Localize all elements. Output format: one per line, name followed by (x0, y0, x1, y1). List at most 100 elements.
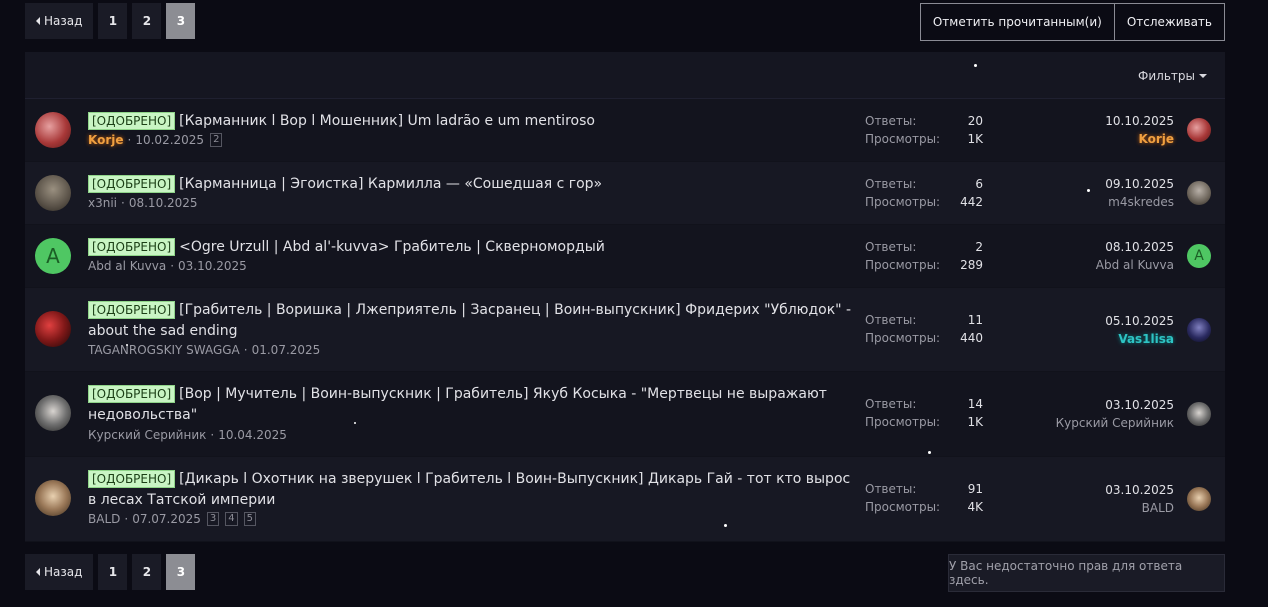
last-post: 08.10.2025 Abd al Kuvva (1096, 238, 1174, 274)
approved-badge: [ОДОБРЕНО] (88, 301, 176, 319)
replies-count: 11 (967, 313, 983, 327)
views-count: 442 (960, 195, 983, 209)
thread-meta: x3nii · 08.10.2025 (88, 196, 198, 210)
thread-list: Фильтры [ОДОБРЕНО] [Карманник l Вор l Мош… (25, 52, 1225, 542)
last-post-user[interactable]: Vas1lisa (1105, 330, 1174, 348)
views-count: 4K (967, 500, 983, 514)
thread-row: [ОДОБРЕНО] [Карманница | Эгоистка] Кармил… (25, 162, 1225, 224)
replies-count: 6 (975, 177, 983, 191)
pagination-top: Назад 1 2 3 (25, 3, 196, 39)
thread-author[interactable]: Курский Серийник (88, 428, 206, 442)
prev-page-button[interactable]: Назад (25, 554, 94, 590)
chevron-down-icon (1199, 74, 1207, 78)
last-post-date[interactable]: 05.10.2025 (1105, 312, 1174, 330)
prev-page-button[interactable]: Назад (25, 3, 94, 39)
last-post-avatar[interactable] (1187, 181, 1211, 205)
filters-dropdown[interactable]: Фильтры (1138, 69, 1207, 83)
last-post-user[interactable]: Курский Серийник (1056, 414, 1174, 432)
approved-badge: [ОДОБРЕНО] (88, 385, 176, 403)
thread-author[interactable]: Korje (88, 133, 124, 147)
last-post-user[interactable]: BALD (1105, 499, 1174, 517)
thread-title: [ОДОБРЕНО] <Ogre Urzull | Abd al'-kuvva> … (88, 237, 853, 258)
last-post-avatar[interactable] (1187, 118, 1211, 142)
thread-row: A [ОДОБРЕНО] <Ogre Urzull | Abd al'-kuvva… (25, 225, 1225, 287)
thread-title-link[interactable]: [Карманник l Вор l Мошенник] Um ladrão e… (179, 113, 595, 129)
last-post-avatar[interactable] (1187, 487, 1211, 511)
thread-date: 03.10.2025 (178, 259, 247, 273)
thread-title: [ОДОБРЕНО] [Вор | Мучитель | Воин-выпускн… (88, 384, 853, 426)
chevron-left-icon (36, 568, 40, 576)
thread-row: [ОДОБРЕНО] [Карманник l Вор l Мошенник] U… (25, 99, 1225, 161)
page-3-button[interactable]: 3 (166, 554, 196, 590)
no-permission-notice: У Вас недостаточно прав для ответа здесь… (948, 554, 1225, 592)
last-post-date[interactable]: 09.10.2025 (1105, 175, 1174, 193)
avatar[interactable]: A (35, 238, 71, 274)
thread-meta: Курский Серийник · 10.04.2025 (88, 428, 287, 442)
page-2-button[interactable]: 2 (132, 554, 162, 590)
last-post-date[interactable]: 08.10.2025 (1096, 238, 1174, 256)
thread-page-link[interactable]: 2 (210, 133, 223, 147)
thread-date: 07.07.2025 (132, 512, 201, 526)
thread-author[interactable]: x3nii (88, 196, 117, 210)
last-post-date[interactable]: 03.10.2025 (1056, 396, 1174, 414)
thread-stats: Ответы: 20 Просмотры: 1K (865, 114, 983, 146)
thread-page-link[interactable]: 3 (206, 512, 220, 526)
thread-meta: BALD · 07.07.2025 3 4 5 (88, 512, 257, 526)
last-post-avatar[interactable] (1187, 402, 1211, 426)
last-post-date[interactable]: 10.10.2025 (1105, 112, 1174, 130)
snow-dot (126, 344, 128, 346)
approved-badge: [ОДОБРЕНО] (88, 470, 176, 488)
last-post-avatar[interactable]: A (1187, 244, 1211, 268)
thread-date: 08.10.2025 (128, 196, 198, 210)
thread-actions: Отметить прочитанным(и) Отслеживать (919, 3, 1225, 41)
approved-badge: [ОДОБРЕНО] (88, 112, 176, 130)
page-1-button[interactable]: 1 (98, 3, 128, 39)
thread-page-link[interactable]: 4 (225, 512, 238, 526)
thread-title-link[interactable]: [Вор | Мучитель | Воин-выпускник | Граби… (88, 386, 827, 423)
thread-row: [ОДОБРЕНО] [Грабитель | Воришка | Лжеприя… (25, 288, 1225, 371)
avatar[interactable] (35, 311, 71, 347)
thread-title: [ОДОБРЕНО] [Карманник l Вор l Мошенник] U… (88, 111, 853, 132)
replies-count: 14 (967, 397, 983, 411)
replies-count: 20 (967, 114, 983, 128)
last-post: 03.10.2025 BALD (1105, 481, 1174, 517)
avatar[interactable] (35, 395, 71, 431)
thread-title: [ОДОБРЕНО] [Дикарь l Охотник на зверушек … (88, 469, 853, 511)
thread-title-link[interactable]: [Грабитель | Воришка | Лжеприятель | Зас… (88, 302, 851, 339)
page-2-button[interactable]: 2 (132, 3, 162, 39)
page-3-button[interactable]: 3 (166, 3, 196, 39)
last-post: 03.10.2025 Курский Серийник (1056, 396, 1174, 432)
views-count: 1K (967, 132, 983, 146)
thread-date: 01.07.2025 (251, 343, 321, 357)
thread-stats: Ответы: 6 Просмотры: 442 (865, 177, 983, 209)
snow-dot (1087, 189, 1090, 192)
thread-author[interactable]: BALD (88, 512, 120, 526)
avatar[interactable] (35, 112, 71, 148)
last-post-user[interactable]: Abd al Kuvva (1096, 256, 1174, 274)
last-post: 09.10.2025 m4skredes (1105, 175, 1174, 211)
chevron-left-icon (36, 17, 40, 25)
watch-button[interactable]: Отслеживать (1114, 3, 1225, 41)
thread-title-link[interactable]: [Дикарь l Охотник на зверушек l Грабител… (88, 471, 850, 508)
thread-title-link[interactable]: <Ogre Urzull | Abd al'-kuvva> Грабитель … (179, 239, 605, 255)
thread-title-link[interactable]: [Карманница | Эгоистка] Кармилла — «Соше… (179, 176, 602, 192)
filter-bar: Фильтры (25, 52, 1225, 99)
thread-page-link[interactable]: 5 (243, 512, 257, 526)
last-post-user[interactable]: Korje (1105, 130, 1174, 148)
snow-dot (974, 64, 977, 67)
last-post: 05.10.2025 Vas1lisa (1105, 312, 1174, 348)
thread-author[interactable]: TAGANROGSKIY SWAGGA (88, 343, 240, 357)
page-1-button[interactable]: 1 (98, 554, 128, 590)
thread-title: [ОДОБРЕНО] [Грабитель | Воришка | Лжеприя… (88, 300, 853, 342)
avatar[interactable] (35, 480, 71, 516)
snow-dot (354, 422, 356, 424)
mark-read-button[interactable]: Отметить прочитанным(и) (919, 3, 1115, 41)
approved-badge: [ОДОБРЕНО] (88, 175, 176, 193)
thread-author[interactable]: Abd al Kuvva (88, 259, 166, 273)
last-post-avatar[interactable] (1187, 318, 1211, 342)
pagination-bottom: Назад 1 2 3 (25, 554, 196, 590)
thread-meta: Korje · 10.02.2025 2 (88, 133, 223, 147)
last-post-date[interactable]: 03.10.2025 (1105, 481, 1174, 499)
last-post-user[interactable]: m4skredes (1105, 193, 1174, 211)
avatar[interactable] (35, 175, 71, 211)
